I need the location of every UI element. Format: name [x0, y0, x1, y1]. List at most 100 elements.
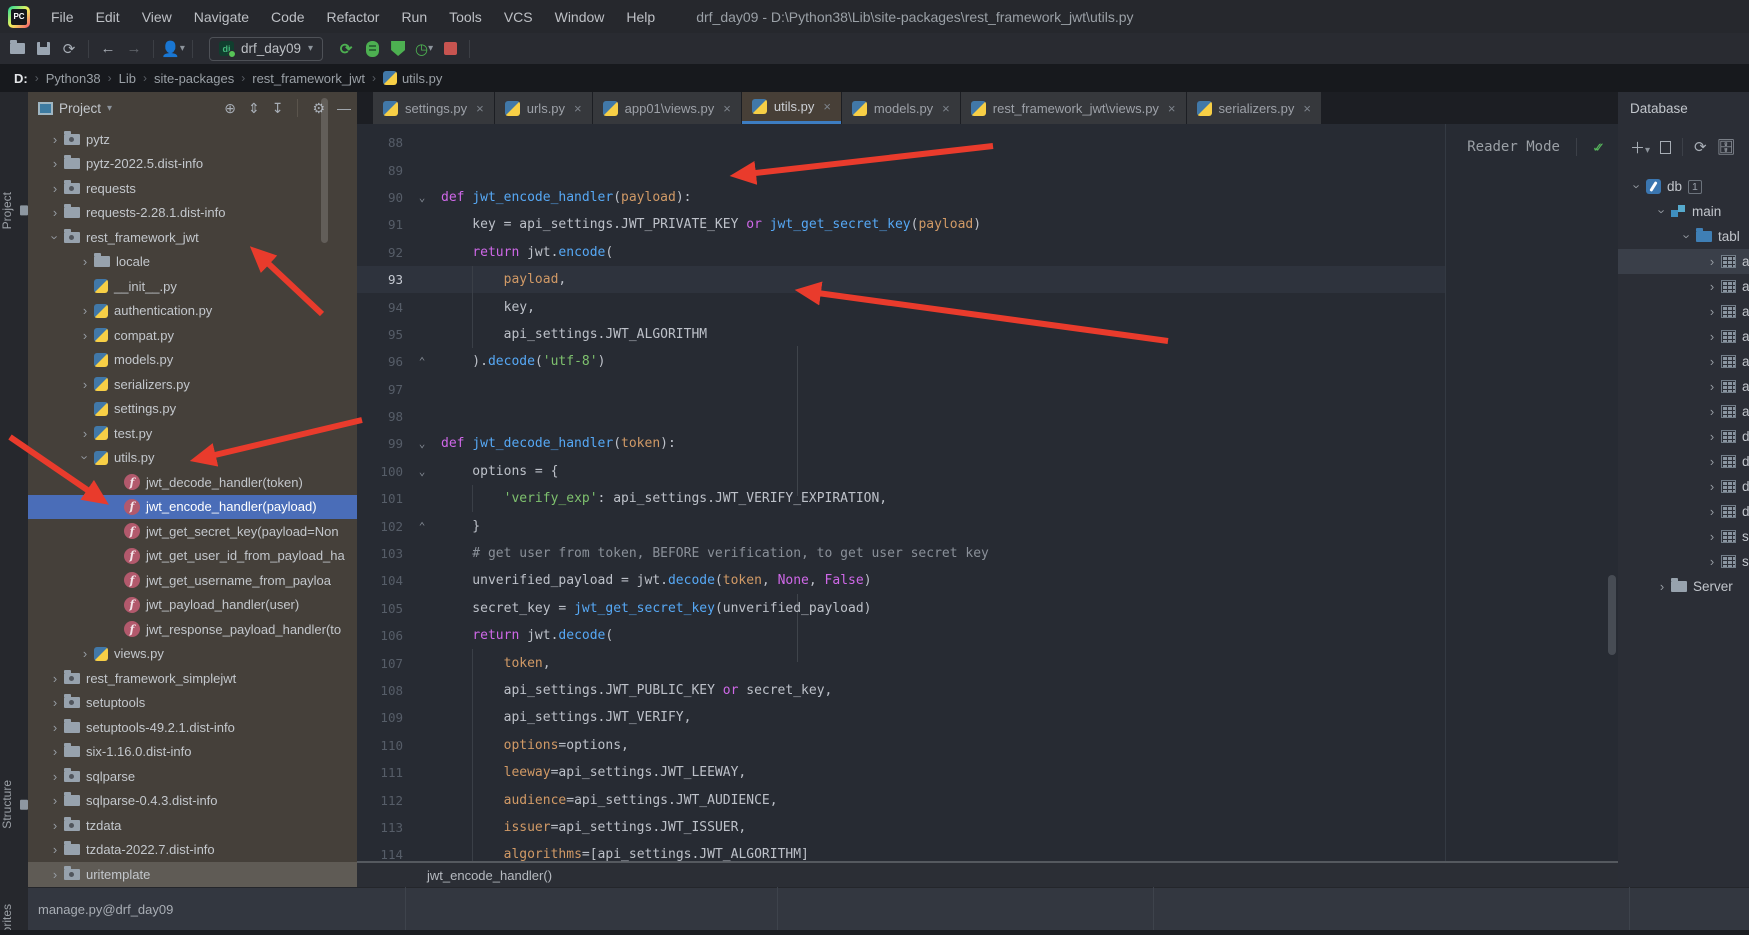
- chevron-right-icon[interactable]: ›: [48, 842, 62, 857]
- chevron-right-icon[interactable]: ›: [48, 818, 62, 833]
- stop-button[interactable]: [437, 38, 463, 60]
- coverage-button[interactable]: [385, 38, 411, 60]
- code-line-102[interactable]: 102 ⌃ }: [357, 512, 1618, 539]
- project-panel-header[interactable]: Project ▾ ⊕ ⇕ ↧ ⚙ —: [28, 92, 357, 124]
- breadcrumb-item[interactable]: Python38: [46, 71, 101, 86]
- fold-marker-icon[interactable]: ⌄: [403, 437, 441, 450]
- hide-panel-icon[interactable]: —: [337, 100, 351, 116]
- refresh-icon[interactable]: ⟳: [1694, 138, 1707, 156]
- tree-item-views.py[interactable]: › views.py: [28, 642, 357, 667]
- tree-item-jwt_get_user_id_from_payload_ha[interactable]: f jwt_get_user_id_from_payload_ha: [28, 544, 357, 569]
- breadcrumb-item[interactable]: rest_framework_jwt: [252, 71, 365, 86]
- db-item-d[interactable]: › d: [1618, 474, 1749, 499]
- chevron-right-icon[interactable]: ›: [48, 132, 62, 147]
- tab-serializers.py[interactable]: serializers.py ×: [1186, 92, 1321, 124]
- menu-run[interactable]: Run: [390, 9, 438, 25]
- tree-item-models.py[interactable]: models.py: [28, 348, 357, 373]
- tab-urls.py[interactable]: urls.py ×: [494, 92, 592, 124]
- back-icon[interactable]: ←: [95, 38, 121, 60]
- db-item-a[interactable]: › a: [1618, 299, 1749, 324]
- code-line-96[interactable]: 96 ⌃ ).decode('utf-8'): [357, 348, 1618, 375]
- chevron-down-icon[interactable]: ›: [48, 230, 63, 244]
- tree-item-tzdata-2022.7.dist-info[interactable]: › tzdata-2022.7.dist-info: [28, 838, 357, 863]
- menu-navigate[interactable]: Navigate: [183, 9, 260, 25]
- sync-icon[interactable]: ⟳: [56, 38, 82, 60]
- run-button[interactable]: ⟳: [333, 38, 359, 60]
- code-line-108[interactable]: 108 api_settings.JWT_PUBLIC_KEY or secre…: [357, 676, 1618, 705]
- menu-window[interactable]: Window: [544, 9, 616, 25]
- tree-item-serializers.py[interactable]: › serializers.py: [28, 372, 357, 397]
- menu-code[interactable]: Code: [260, 9, 315, 25]
- tree-item-rest_framework_jwt[interactable]: › rest_framework_jwt: [28, 225, 357, 250]
- tree-item-utils.py[interactable]: › utils.py: [28, 446, 357, 471]
- tree-item-setuptools-49.2.1.dist-info[interactable]: › setuptools-49.2.1.dist-info: [28, 715, 357, 740]
- chevron-right-icon[interactable]: ›: [1705, 479, 1719, 494]
- pycharm-logo-icon[interactable]: PC: [8, 5, 30, 28]
- chevron-right-icon[interactable]: ›: [1705, 429, 1719, 444]
- tree-item-tzdata[interactable]: › tzdata: [28, 813, 357, 838]
- code-line-90[interactable]: 90 ⌄ def jwt_encode_handler(payload):: [357, 184, 1618, 211]
- code-editor[interactable]: 88 89 90 ⌄ def jwt_encode_handler(payload): 9…: [357, 124, 1618, 862]
- chevron-right-icon[interactable]: ›: [78, 303, 92, 318]
- breadcrumb-item[interactable]: utils.py: [402, 71, 442, 86]
- chevron-right-icon[interactable]: ›: [1705, 329, 1719, 344]
- close-icon[interactable]: ×: [942, 101, 950, 116]
- chevron-down-icon[interactable]: ›: [78, 451, 93, 465]
- db-item-a[interactable]: › a: [1618, 249, 1749, 274]
- chevron-right-icon[interactable]: ›: [48, 671, 62, 686]
- code-line-95[interactable]: 95 api_settings.JWT_ALGORITHM: [357, 320, 1618, 349]
- close-icon[interactable]: ×: [823, 99, 831, 114]
- jdbc-icon[interactable]: 🗄: [1717, 138, 1736, 156]
- code-line-100[interactable]: 100 ⌄ options = {: [357, 458, 1618, 485]
- chevron-right-icon[interactable]: ›: [48, 744, 62, 759]
- chevron-right-icon[interactable]: ›: [1705, 304, 1719, 319]
- expand-all-icon[interactable]: ⇕: [248, 100, 260, 117]
- code-line-98[interactable]: 98: [357, 403, 1618, 430]
- tree-item-__init__.py[interactable]: __init__.py: [28, 274, 357, 299]
- tab-models.py[interactable]: models.py ×: [841, 92, 960, 124]
- reader-mode-toggle[interactable]: Reader Mode ✓✓: [1467, 138, 1604, 156]
- database-panel-title[interactable]: Database: [1618, 92, 1749, 124]
- code-line-103[interactable]: 103 # get user from token, BEFORE verifi…: [357, 540, 1618, 567]
- code-line-107[interactable]: 107 token,: [357, 649, 1618, 677]
- tree-item-jwt_decode_handler-token-[interactable]: f jwt_decode_handler(token): [28, 470, 357, 495]
- chevron-right-icon[interactable]: ›: [1705, 454, 1719, 469]
- code-line-93[interactable]: 93 payload,: [357, 265, 1618, 294]
- tab-settings.py[interactable]: settings.py ×: [373, 92, 494, 124]
- db-item-a[interactable]: › a: [1618, 399, 1749, 424]
- chevron-right-icon[interactable]: ›: [78, 377, 92, 392]
- code-line-89[interactable]: 89: [357, 156, 1618, 183]
- locate-file-icon[interactable]: ⊕: [224, 100, 236, 117]
- tree-item-setuptools[interactable]: › setuptools: [28, 691, 357, 716]
- db-item-a[interactable]: › a: [1618, 349, 1749, 374]
- code-line-101[interactable]: 101 'verify_exp': api_settings.JWT_VERIF…: [357, 485, 1618, 513]
- tree-item-jwt_get_username_from_payloa[interactable]: f jwt_get_username_from_payloa: [28, 568, 357, 593]
- code-line-110[interactable]: 110 options=options,: [357, 731, 1618, 759]
- chevron-right-icon[interactable]: ›: [48, 793, 62, 808]
- tree-item-six-1.16.0.dist-info[interactable]: › six-1.16.0.dist-info: [28, 740, 357, 765]
- chevron-down-icon[interactable]: ›: [1655, 205, 1670, 219]
- breadcrumb-item[interactable]: site-packages: [154, 71, 234, 86]
- duplicate-icon[interactable]: [1660, 137, 1678, 154]
- chevron-right-icon[interactable]: ›: [1655, 579, 1669, 594]
- db-item-a[interactable]: › a: [1618, 274, 1749, 299]
- tab-app01-views.py[interactable]: app01\views.py ×: [592, 92, 741, 124]
- close-icon[interactable]: ×: [1303, 101, 1311, 116]
- code-line-97[interactable]: 97: [357, 376, 1618, 403]
- tree-item-test.py[interactable]: › test.py: [28, 421, 357, 446]
- tree-item-locale[interactable]: › locale: [28, 250, 357, 275]
- code-line-113[interactable]: 113 issuer=api_settings.JWT_ISSUER,: [357, 813, 1618, 842]
- open-folder-icon[interactable]: [4, 38, 30, 60]
- chevron-right-icon[interactable]: ›: [48, 156, 62, 171]
- tree-item-requests[interactable]: › requests: [28, 176, 357, 201]
- menu-vcs[interactable]: VCS: [493, 9, 544, 25]
- chevron-right-icon[interactable]: ›: [78, 646, 92, 661]
- menu-tools[interactable]: Tools: [438, 9, 493, 25]
- db-item-s[interactable]: › s: [1618, 524, 1749, 549]
- chevron-right-icon[interactable]: ›: [1705, 379, 1719, 394]
- project-scrollbar[interactable]: [321, 98, 328, 243]
- chevron-down-icon[interactable]: ›: [1680, 230, 1695, 244]
- menu-view[interactable]: View: [131, 9, 183, 25]
- code-line-92[interactable]: 92 return jwt.encode(: [357, 239, 1618, 266]
- chevron-right-icon[interactable]: ›: [48, 181, 62, 196]
